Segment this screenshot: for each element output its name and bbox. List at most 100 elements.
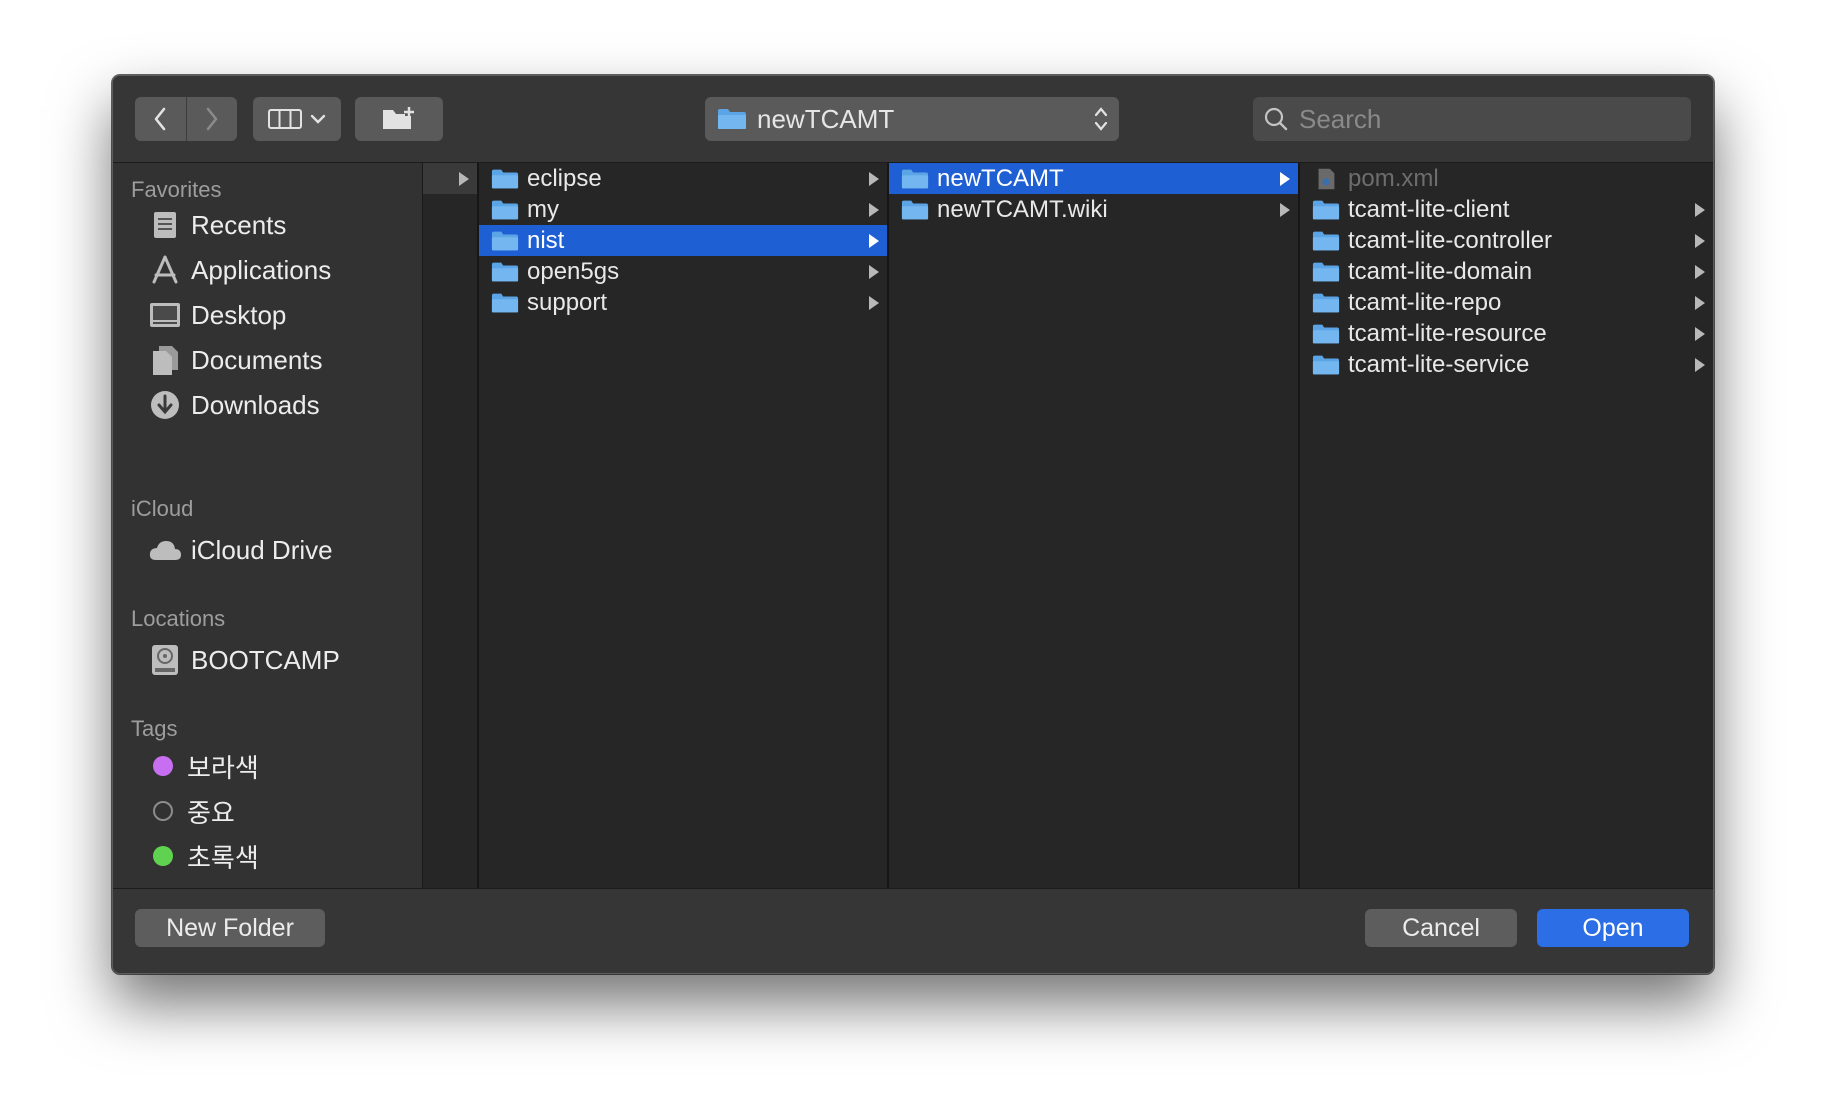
browser-column-2[interactable]: eclipse my nist open5gs support: [479, 163, 889, 888]
sidebar-item-label: Applications: [191, 254, 332, 285]
new-folder-button[interactable]: New Folder: [135, 909, 325, 947]
downloads-icon: [147, 387, 183, 423]
disclosure-arrow-icon: [1695, 358, 1705, 372]
folder-row-open5gs[interactable]: open5gs: [479, 256, 887, 287]
chevron-down-icon: [310, 114, 326, 124]
folder-icon: [491, 169, 519, 188]
folder-name: tcamt-lite-repo: [1348, 288, 1502, 316]
folder-icon: [1312, 200, 1340, 219]
open-file-dialog: newTCAMT Favorites Recents Applications: [112, 75, 1714, 974]
sidebar-item-label: Downloads: [191, 389, 320, 420]
view-mode-button[interactable]: [253, 97, 341, 141]
folder-name: tcamt-lite-domain: [1348, 257, 1533, 285]
sidebar-item-label: 보라색: [187, 752, 259, 783]
cloud-icon: [147, 532, 183, 568]
folder-name: newTCAMT: [937, 164, 1064, 192]
disclosure-arrow-icon: [869, 265, 879, 279]
stepper-arrows-icon: [1094, 107, 1108, 131]
sidebar-section-favorites: Favorites: [131, 177, 222, 202]
sidebar: Favorites Recents Applications Desktop D…: [113, 163, 423, 888]
desktop-icon: [147, 297, 183, 333]
sidebar-item-bootcamp[interactable]: BOOTCAMP: [147, 638, 340, 682]
folder-name: tcamt-lite-resource: [1348, 319, 1547, 347]
chevron-left-icon: [154, 107, 166, 131]
applications-icon: [147, 252, 183, 288]
folder-row-tcamt-lite-domain[interactable]: tcamt-lite-domain: [1300, 256, 1713, 287]
disclosure-arrow-icon: [1695, 234, 1705, 248]
column-row-selected-parent[interactable]: [423, 163, 477, 194]
disclosure-arrow-icon: [1695, 265, 1705, 279]
folder-icon: [1312, 293, 1340, 312]
back-button[interactable]: [135, 97, 186, 141]
folder-row-tcamt-lite-client[interactable]: tcamt-lite-client: [1300, 194, 1713, 225]
sidebar-item-downloads[interactable]: Downloads: [147, 383, 320, 427]
browser-column-4[interactable]: pom.xml tcamt-lite-client tcamt-lite-con…: [1300, 163, 1713, 888]
search-input[interactable]: [1297, 102, 1681, 136]
disk-icon: [147, 642, 183, 678]
browser-column-1[interactable]: [423, 163, 479, 888]
file-name: pom.xml: [1348, 164, 1439, 192]
file-row-pom-xml: pom.xml: [1300, 163, 1713, 194]
folder-row-tcamt-lite-service[interactable]: tcamt-lite-service: [1300, 349, 1713, 380]
disclosure-arrow-icon: [1695, 203, 1705, 217]
folder-name: support: [527, 288, 608, 316]
sidebar-tag-important[interactable]: 중요: [147, 789, 235, 833]
sidebar-item-label: 중요: [187, 797, 235, 828]
folder-name: newTCAMT.wiki: [937, 195, 1108, 223]
folder-row-newtcamt[interactable]: newTCAMT: [889, 163, 1298, 194]
disclosure-arrow-icon: [869, 172, 879, 186]
forward-button[interactable]: [185, 97, 238, 141]
disclosure-arrow-icon: [869, 296, 879, 310]
folder-name: eclipse: [527, 164, 602, 192]
folder-row-tcamt-lite-resource[interactable]: tcamt-lite-resource: [1300, 318, 1713, 349]
folder-row-newtcamt-wiki[interactable]: newTCAMT.wiki: [889, 194, 1298, 225]
folder-icon: [1312, 231, 1340, 250]
cancel-button[interactable]: Cancel: [1365, 909, 1517, 947]
folder-row-nist[interactable]: nist: [479, 225, 887, 256]
search-field[interactable]: [1253, 97, 1691, 141]
new-folder-icon: [383, 107, 414, 129]
sidebar-item-desktop[interactable]: Desktop: [147, 293, 286, 337]
columns-view-icon: [268, 109, 302, 129]
search-icon: [1264, 107, 1288, 131]
folder-row-tcamt-lite-controller[interactable]: tcamt-lite-controller: [1300, 225, 1713, 256]
sidebar-tag-purple[interactable]: 보라색: [147, 744, 259, 788]
open-button[interactable]: Open: [1537, 909, 1689, 947]
toolbar: newTCAMT: [113, 76, 1713, 163]
folder-icon: [718, 109, 746, 129]
sidebar-item-label: Documents: [191, 344, 323, 375]
folder-icon: [491, 262, 519, 281]
folder-icon: [901, 200, 929, 219]
disclosure-arrow-icon: [869, 234, 879, 248]
recents-icon: [147, 207, 183, 243]
folder-icon: [1312, 355, 1340, 374]
sidebar-item-documents[interactable]: Documents: [147, 338, 323, 382]
chevron-right-icon: [206, 107, 218, 131]
sidebar-item-label: BOOTCAMP: [191, 644, 340, 675]
folder-icon: [1312, 262, 1340, 281]
disclosure-arrow-icon: [1280, 203, 1290, 217]
folder-row-support[interactable]: support: [479, 287, 887, 318]
folder-row-eclipse[interactable]: eclipse: [479, 163, 887, 194]
folder-name: tcamt-lite-service: [1348, 350, 1530, 378]
folder-row-my[interactable]: my: [479, 194, 887, 225]
sidebar-item-recents[interactable]: Recents: [147, 203, 286, 247]
sidebar-item-icloud-drive[interactable]: iCloud Drive: [147, 528, 333, 572]
folder-icon: [901, 169, 929, 188]
new-folder-toolbar-button[interactable]: [355, 97, 443, 141]
browser-column-3[interactable]: newTCAMT newTCAMT.wiki: [889, 163, 1300, 888]
folder-name: tcamt-lite-controller: [1348, 226, 1553, 254]
sidebar-tag-green[interactable]: 초록색: [147, 834, 259, 878]
path-popup-button[interactable]: newTCAMT: [705, 97, 1119, 141]
folder-name: nist: [527, 226, 565, 254]
folder-name: open5gs: [527, 257, 620, 285]
disclosure-arrow-icon: [869, 203, 879, 217]
folder-name: tcamt-lite-client: [1348, 195, 1510, 223]
sidebar-item-applications[interactable]: Applications: [147, 248, 331, 292]
disclosure-arrow-icon: [1280, 172, 1290, 186]
path-popup-label: newTCAMT: [757, 103, 895, 134]
sidebar-item-label: iCloud Drive: [191, 534, 333, 565]
documents-icon: [147, 342, 183, 378]
disclosure-arrow-icon: [459, 172, 469, 186]
folder-row-tcamt-lite-repo[interactable]: tcamt-lite-repo: [1300, 287, 1713, 318]
